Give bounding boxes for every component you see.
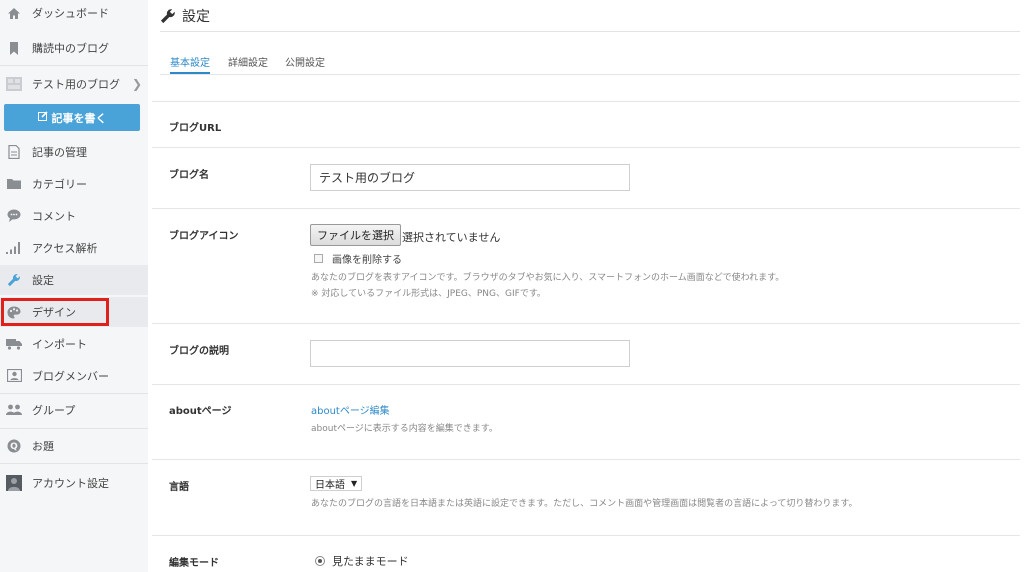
blog-name-value: テスト用のブログ [319,171,416,185]
blog-icon-label: ブログアイコン [169,231,239,242]
sidebar-item-analytics[interactable]: アクセス解析 [0,234,148,261]
delete-image-checkbox[interactable] [314,254,323,263]
sidebar-item-label: インポート [32,337,87,351]
choose-file-button[interactable]: ファイルを選択 [310,224,401,246]
sidebar-item-topics[interactable]: Q お題 [0,432,148,459]
sidebar-item-account[interactable]: アカウント設定 [0,469,148,497]
sidebar-item-articles[interactable]: 記事の管理 [0,138,148,165]
edit-mode-label: 編集モード [169,558,219,569]
sidebar-item-label: 購読中のブログ [32,42,109,55]
tab-basic[interactable]: 基本設定 [170,46,210,74]
sidebar-item-label: テスト用のブログ [32,78,120,91]
tab-advanced[interactable]: 詳細設定 [228,46,268,74]
blog-icon-format-note: ※ 対応しているファイル形式は、JPEG、PNG、GIFです。 [311,289,546,299]
sidebar-item-members[interactable]: ブログメンバー [0,362,148,389]
divider [152,147,1020,148]
sidebar-item-import[interactable]: インポート [0,330,148,357]
language-select[interactable]: 日本語 ▼ [310,476,363,491]
edit-mode-radio[interactable] [315,556,325,566]
blog-description-input[interactable] [310,340,630,367]
sidebar-item-label: お題 [32,439,54,453]
bookmark-icon [6,40,22,56]
tab-publish[interactable]: 公開設定 [285,46,325,74]
blog-url-label: ブログURL [169,123,222,134]
language-label: 言語 [169,482,189,493]
divider [0,463,148,464]
language-help: あなたのブログの言語を日本語または英語に設定できます。ただし、コメント画面や管理… [311,499,858,509]
divider [152,535,1020,536]
divider [152,384,1020,385]
divider [160,31,1020,32]
divider [152,323,1020,324]
comment-icon [6,208,22,224]
sidebar-item-label: アクセス解析 [32,241,98,255]
sidebar-item-comment[interactable]: コメント [0,202,148,229]
divider [0,65,148,66]
sidebar-item-label: ダッシュボード [32,7,109,20]
delete-image-option[interactable]: 画像を削除する [314,251,402,266]
id-card-icon [6,368,22,384]
sidebar-item-label: ブログメンバー [32,369,109,383]
blog-name-input[interactable]: テスト用のブログ [310,164,630,191]
divider [0,428,148,429]
home-icon [6,5,22,21]
edit-mode-option[interactable]: 見たままモード [315,553,409,569]
sidebar-item-label: アカウント設定 [32,477,109,490]
folder-icon [6,176,22,192]
divider [0,393,148,394]
sidebar-item-settings[interactable]: 設定 [0,265,148,295]
blog-name-label: ブログ名 [169,170,209,181]
about-edit-link[interactable]: aboutページ編集 [311,402,390,417]
blog-icon-help: あなたのブログを表すアイコンです。ブラウザのタブやお気に入り、スマートフォンのホ… [311,273,785,283]
sidebar-item-label: カテゴリー [32,177,87,191]
bar-signal-icon [6,240,22,256]
sidebar-item-label: 記事の管理 [32,145,87,159]
wrench-icon [6,272,22,288]
blog-description-label: ブログの説明 [169,346,229,357]
sidebar-item-group[interactable]: グループ [0,396,148,423]
highlight-box [1,298,109,326]
document-icon [6,144,22,160]
sidebar: ダッシュボード 購読中のブログ テスト用のブログ ❯ 記事を書く 記事の管理 カ… [0,0,148,572]
blog-thumbnail-icon [6,76,22,92]
svg-text:Q: Q [10,442,18,452]
sidebar-item-label: 設定 [32,274,54,287]
edit-mode-option-label: 見たままモード [332,555,409,568]
dropdown-arrow-icon: ▼ [351,479,358,488]
about-help: aboutページに表示する内容を編集できます。 [311,424,498,434]
page-title: 設定 [160,4,210,28]
divider [152,459,1020,460]
sidebar-item-label: グループ [32,403,76,417]
page-title-text: 設定 [182,9,210,25]
edit-icon [37,111,48,124]
about-label: aboutページ [169,406,232,417]
sidebar-item-dashboard[interactable]: ダッシュボード [0,0,148,26]
sidebar-item-blog[interactable]: テスト用のブログ ❯ [0,70,148,98]
language-value: 日本語 [315,480,345,491]
divider [152,101,1020,102]
chevron-right-icon: ❯ [131,77,142,91]
truck-icon [6,336,22,352]
divider [152,208,1020,209]
write-article-button[interactable]: 記事を書く [4,104,140,131]
file-status-text: 選択されていません [402,231,501,244]
q-icon: Q [6,438,22,454]
sidebar-item-label: コメント [32,209,76,223]
sidebar-item-subscribed[interactable]: 購読中のブログ [0,34,148,62]
delete-image-label: 画像を削除する [332,255,402,266]
sidebar-item-category[interactable]: カテゴリー [0,170,148,197]
divider [160,74,1020,75]
wrench-icon [160,9,175,24]
user-avatar-icon [6,475,22,491]
write-article-label: 記事を書く [51,111,107,125]
group-icon [6,402,22,418]
main-content: 設定 基本設定 詳細設定 公開設定 ブログURL ブログ名 テスト用のブログ ブ… [148,0,1024,572]
